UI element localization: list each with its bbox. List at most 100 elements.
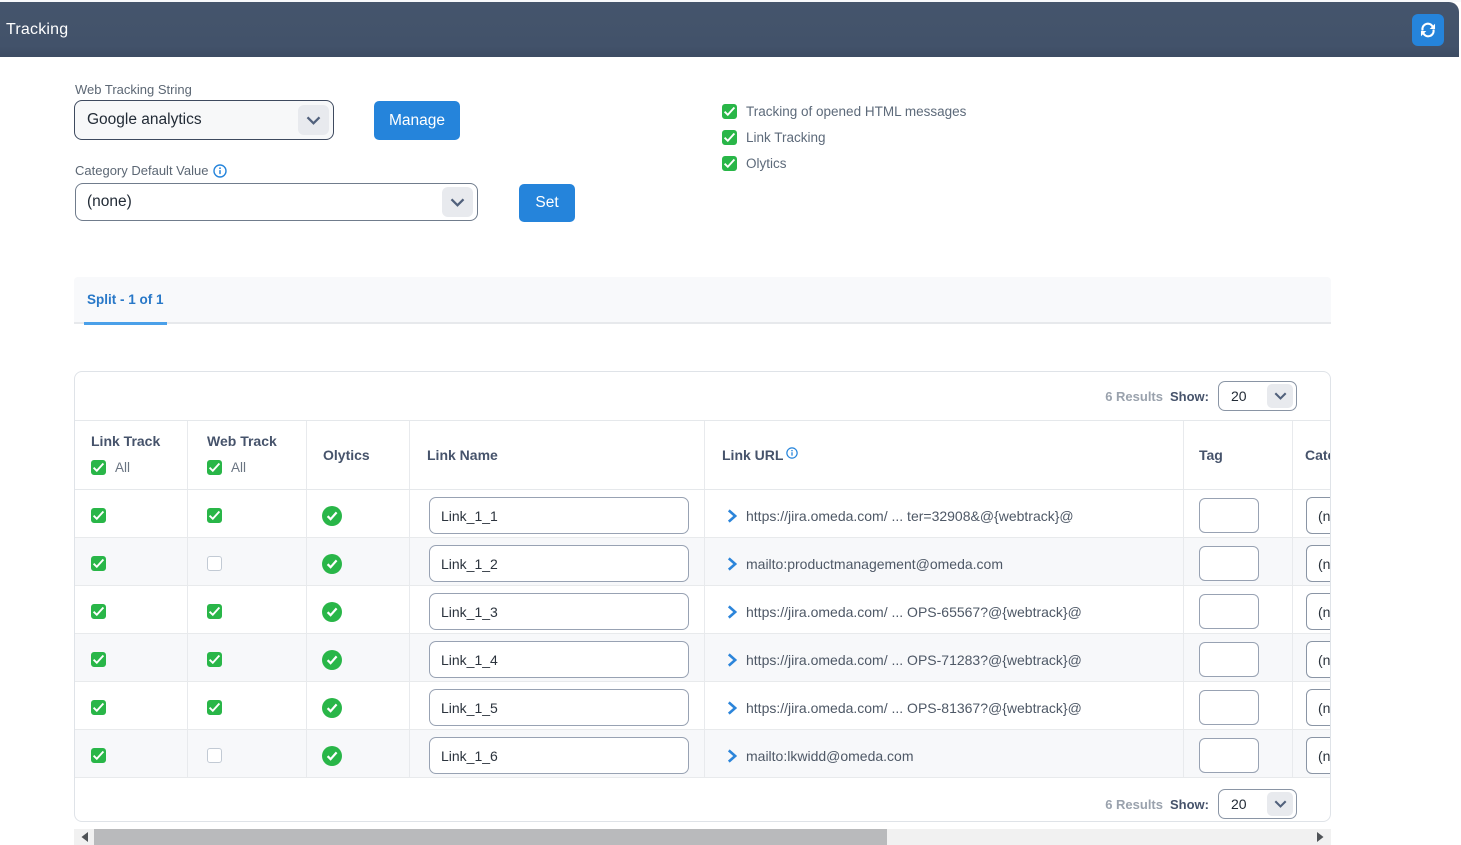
select-all-label: All [231, 460, 246, 475]
olytics-check-badge[interactable] [322, 746, 342, 766]
link-name-input[interactable] [429, 689, 689, 726]
cell-link-track [75, 538, 188, 585]
column-header-link-name: Link Name [410, 421, 705, 489]
link-name-input[interactable] [429, 593, 689, 630]
tag-input[interactable] [1199, 498, 1259, 533]
table-row: https://jira.omeda.com/ ... OPS-71283?@{… [75, 634, 1330, 682]
olytics-check-badge[interactable] [322, 554, 342, 574]
link-name-input[interactable] [429, 497, 689, 534]
link-track-checkbox[interactable] [91, 604, 106, 619]
category-value: (none) [1318, 508, 1331, 524]
olytics-check-badge[interactable] [322, 506, 342, 526]
info-icon[interactable] [786, 447, 798, 459]
web-track-checkbox[interactable] [207, 604, 222, 619]
category-select[interactable]: (none) [1306, 497, 1331, 534]
scroll-left-arrow[interactable] [77, 829, 93, 845]
chevron-right-icon[interactable] [727, 701, 737, 715]
scrollbar-thumb[interactable] [94, 829, 887, 845]
tag-input[interactable] [1199, 546, 1259, 581]
olytics-check-badge[interactable] [322, 602, 342, 622]
web-track-all-checkbox[interactable] [207, 460, 222, 475]
web-tracking-string-select[interactable]: Google analytics [74, 100, 334, 140]
option-tracking-opened: Tracking of opened HTML messages [722, 103, 966, 119]
refresh-button[interactable] [1412, 14, 1444, 46]
manage-button[interactable]: Manage [374, 101, 460, 140]
cell-tag [1184, 490, 1293, 537]
category-select[interactable]: (none) [1306, 593, 1331, 630]
category-select[interactable]: (none) [1306, 545, 1331, 582]
cell-link-track [75, 730, 188, 777]
chevron-down-icon [1267, 384, 1293, 408]
cell-link-name [410, 634, 705, 681]
cell-olytics [307, 730, 410, 777]
check-icon [208, 510, 221, 521]
cell-category: (none) [1293, 682, 1331, 729]
chevron-right-icon[interactable] [727, 557, 737, 571]
scroll-right-arrow[interactable] [1312, 829, 1328, 845]
category-value: (none) [1318, 604, 1331, 620]
olytics-check-badge[interactable] [322, 698, 342, 718]
link-url-text: https://jira.omeda.com/ ... OPS-65567?@{… [746, 604, 1082, 620]
check-icon [326, 511, 338, 521]
olytics-check-badge[interactable] [322, 650, 342, 670]
link-track-checkbox[interactable] [91, 556, 106, 571]
category-value: (none) [1318, 748, 1331, 764]
tag-input[interactable] [1199, 690, 1259, 725]
link-url-text: https://jira.omeda.com/ ... OPS-81367?@{… [746, 700, 1082, 716]
show-select-bottom[interactable]: 20 [1218, 789, 1297, 819]
check-icon [208, 558, 221, 569]
show-select-top[interactable]: 20 [1218, 381, 1297, 411]
link-url-text: mailto:productmanagement@omeda.com [746, 556, 1003, 572]
tag-input[interactable] [1199, 738, 1259, 773]
olytics-checkbox[interactable] [722, 156, 737, 171]
cell-category: (none) [1293, 490, 1331, 537]
chevron-right-icon[interactable] [727, 749, 737, 763]
chevron-right-icon[interactable] [727, 509, 737, 523]
cell-category: (none) [1293, 730, 1331, 777]
link-name-input[interactable] [429, 545, 689, 582]
link-track-all-checkbox[interactable] [91, 460, 106, 475]
cell-web-track [188, 682, 307, 729]
web-track-checkbox[interactable] [207, 748, 222, 763]
cell-link-url: https://jira.omeda.com/ ... ter=32908&@{… [705, 490, 1184, 537]
tag-input[interactable] [1199, 642, 1259, 677]
column-label: Olytics [323, 447, 409, 463]
category-default-value-select[interactable]: (none) [75, 183, 478, 221]
web-track-checkbox[interactable] [207, 700, 222, 715]
category-select[interactable]: (none) [1306, 641, 1331, 678]
cell-link-url: https://jira.omeda.com/ ... OPS-71283?@{… [705, 634, 1184, 681]
cell-category: (none) [1293, 586, 1331, 633]
cell-category: (none) [1293, 538, 1331, 585]
cell-web-track [188, 634, 307, 681]
column-header-tag: Tag [1184, 421, 1293, 489]
chevron-down-icon [442, 187, 473, 217]
column-label: Link Name [427, 447, 704, 463]
category-select[interactable]: (none) [1306, 737, 1331, 774]
web-track-checkbox[interactable] [207, 556, 222, 571]
link-track-checkbox[interactable] [91, 700, 106, 715]
web-track-checkbox[interactable] [207, 508, 222, 523]
chevron-down-icon [298, 105, 329, 135]
tracking-opened-checkbox[interactable] [722, 104, 737, 119]
chevron-right-icon[interactable] [727, 605, 737, 619]
cell-tag [1184, 682, 1293, 729]
horizontal-scrollbar[interactable] [74, 829, 1331, 845]
link-track-checkbox[interactable] [91, 508, 106, 523]
link-track-checkbox[interactable] [91, 652, 106, 667]
cell-olytics [307, 586, 410, 633]
link-tracking-checkbox[interactable] [722, 130, 737, 145]
web-track-checkbox[interactable] [207, 652, 222, 667]
check-icon [92, 510, 105, 521]
link-name-input[interactable] [429, 737, 689, 774]
tag-input[interactable] [1199, 594, 1259, 629]
chevron-right-icon[interactable] [727, 653, 737, 667]
link-name-input[interactable] [429, 641, 689, 678]
tab-split[interactable]: Split - 1 of 1 [84, 277, 167, 325]
category-select[interactable]: (none) [1306, 689, 1331, 726]
page-header: Tracking [0, 2, 1459, 57]
link-track-checkbox[interactable] [91, 748, 106, 763]
category-default-value-label-text: Category Default Value [75, 163, 208, 178]
results-count: 6 Results [1105, 389, 1163, 404]
option-label: Olytics [746, 156, 787, 171]
set-button[interactable]: Set [519, 184, 575, 222]
